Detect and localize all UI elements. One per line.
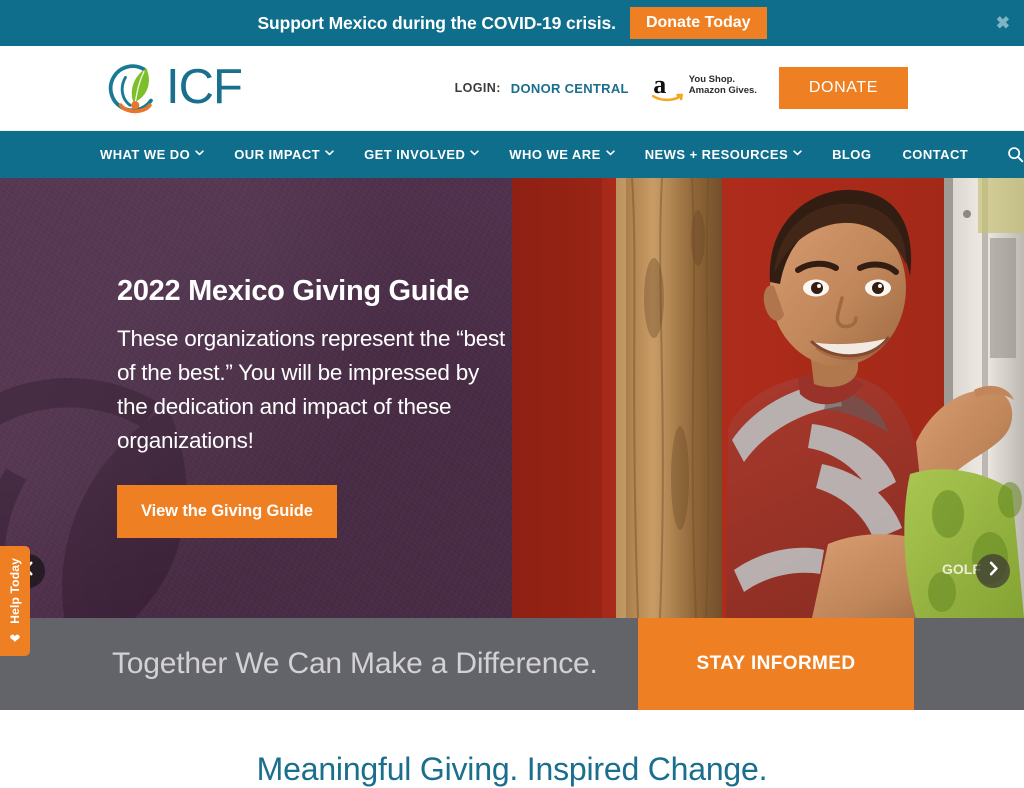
carousel-next-button[interactable]	[976, 554, 1010, 588]
site-logo[interactable]: ICF	[108, 60, 243, 118]
nav-label: OUR IMPACT	[234, 147, 321, 162]
nav-item-get-involved[interactable]: GET INVOLVED	[364, 147, 480, 162]
hero-content: 2022 Mexico Giving Guide These organizat…	[117, 275, 507, 538]
hero-title: 2022 Mexico Giving Guide	[117, 275, 470, 307]
stay-informed-button[interactable]: STAY INFORMED	[638, 618, 914, 710]
login-label: LOGIN:	[454, 81, 501, 95]
strip-tagline: Together We Can Make a Difference.	[112, 647, 598, 680]
hero-description: These organizations represent the “best …	[117, 325, 505, 454]
chevron-right-icon	[988, 561, 999, 581]
nav-label: BLOG	[832, 147, 872, 162]
help-today-tab[interactable]: Help Today ❤	[0, 546, 30, 656]
chevron-down-icon	[793, 149, 802, 158]
icf-leaf-logo-icon	[108, 60, 166, 118]
donate-today-button[interactable]: Donate Today	[629, 6, 767, 40]
close-icon[interactable]: ✖	[996, 15, 1010, 32]
amazon-smile-text: You Shop. Amazon Gives.	[688, 74, 757, 97]
help-today-label: Help Today	[8, 558, 22, 624]
nav-item-our-impact[interactable]: OUR IMPACT	[234, 147, 334, 162]
amazon-a-icon: a	[651, 69, 685, 103]
chevron-down-icon	[195, 149, 204, 158]
nav-label: WHAT WE DO	[100, 147, 191, 162]
chevron-down-icon	[470, 149, 480, 158]
bottom-tagline: Meaningful Giving. Inspired Change.	[256, 751, 768, 787]
search-icon[interactable]	[1007, 146, 1024, 163]
donor-central-link[interactable]: DONOR CENTRAL	[511, 81, 629, 96]
header-donate-button[interactable]: DONATE	[778, 67, 908, 109]
heart-icon: ❤	[9, 630, 21, 646]
page-root: Support Mexico during the COVID-19 crisi…	[0, 0, 1024, 788]
hero-carousel: GOLF 2022 Mexico Giving Guide These orga…	[0, 178, 1024, 618]
bottom-tagline-section: Meaningful Giving. Inspired Change.	[0, 710, 1024, 788]
nav-label: WHO WE ARE	[509, 147, 601, 162]
main-navigation: WHAT WE DO OUR IMPACT GET INVOLVED WHO W…	[0, 131, 1024, 178]
nav-label: NEWS + RESOURCES	[644, 147, 789, 162]
nav-item-blog[interactable]: BLOG	[832, 147, 871, 162]
amazon-line-2: Amazon Gives.	[688, 85, 757, 96]
header-utility-bar: LOGIN: DONOR CENTRAL a You Shop. Amazon …	[455, 46, 908, 130]
covid-alert-banner: Support Mexico during the COVID-19 crisi…	[0, 0, 1024, 46]
logo-wordmark: ICF	[166, 60, 243, 114]
chevron-down-icon	[325, 149, 334, 158]
nav-item-who-we-are[interactable]: WHO WE ARE	[509, 147, 615, 162]
nav-item-news-resources[interactable]: NEWS + RESOURCES	[644, 147, 802, 162]
nav-label: CONTACT	[902, 147, 969, 162]
alert-message: Support Mexico during the COVID-19 crisi…	[257, 12, 616, 33]
amazon-smile-link[interactable]: a You Shop. Amazon Gives.	[651, 69, 757, 103]
nav-label: GET INVOLVED	[364, 147, 466, 162]
nav-item-contact[interactable]: CONTACT	[902, 147, 968, 162]
view-giving-guide-button[interactable]: View the Giving Guide	[117, 484, 337, 538]
svg-text:a: a	[653, 70, 666, 99]
tagline-strip: Together We Can Make a Difference. STAY …	[0, 618, 1024, 710]
site-header: ICF LOGIN: DONOR CENTRAL a You Shop. Ama…	[0, 46, 1024, 131]
nav-item-what-we-do[interactable]: WHAT WE DO	[100, 147, 204, 162]
chevron-down-icon	[605, 149, 615, 158]
hero-photo: GOLF	[512, 178, 1024, 618]
